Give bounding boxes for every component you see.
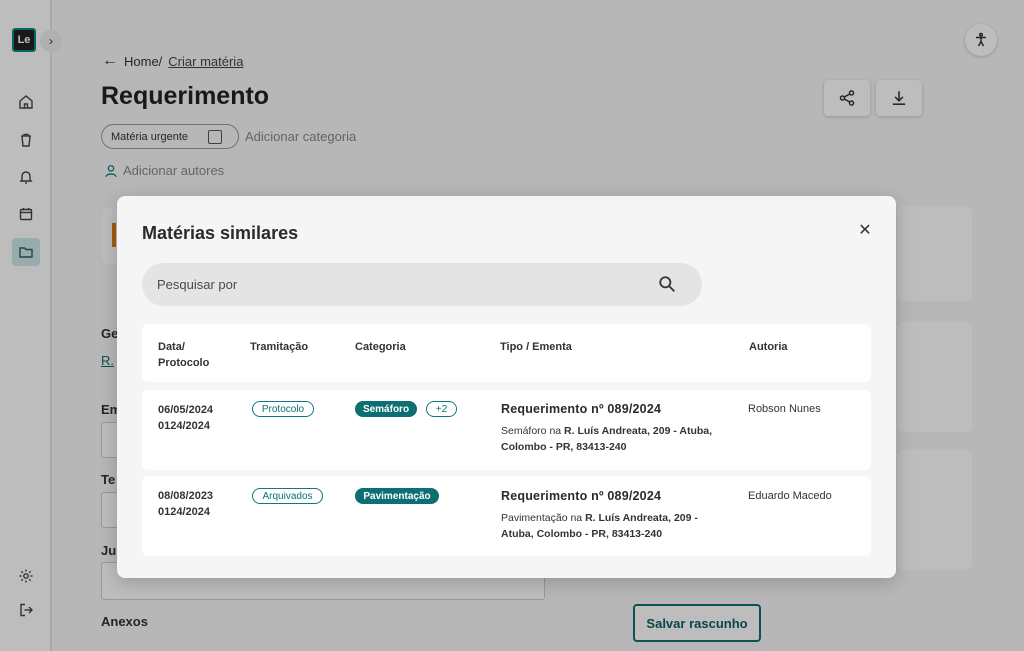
header-tramitacao: Tramitação (250, 341, 309, 353)
table-header: Data/ Protocolo Tramitação Categoria Tip… (142, 324, 871, 382)
close-icon: ✕ (858, 222, 872, 239)
similar-matters-modal: Matérias similares ✕ Data/ Protocolo Tra… (117, 196, 896, 578)
more-categories-tag[interactable]: +2 (426, 401, 457, 417)
close-button[interactable]: ✕ (857, 223, 873, 239)
category-tag: Pavimentação (355, 488, 439, 504)
header-autoria: Autoria (749, 341, 788, 353)
row-date-protocol: 06/05/2024 0124/2024 (158, 404, 214, 432)
row-ementa: Semáforo na R. Luís Andreata, 209 - Atub… (501, 425, 713, 453)
modal-title: Matérias similares (142, 223, 299, 243)
search-icon[interactable] (658, 275, 676, 293)
row-tipo: Requerimento nº 089/2024 (501, 489, 662, 503)
row-ementa: Pavimentação na R. Luís Andreata, 209 - … (501, 512, 698, 540)
row-autoria: Eduardo Macedo (748, 490, 832, 502)
header-data: Data/ Protocolo (158, 341, 210, 369)
category-tag: Semáforo (355, 401, 417, 417)
table-row[interactable]: 06/05/2024 0124/2024 Protocolo Semáforo … (142, 390, 871, 470)
header-tipo: Tipo / Ementa (500, 341, 572, 353)
header-categoria: Categoria (355, 341, 406, 353)
search-input[interactable] (142, 263, 702, 306)
row-autoria: Robson Nunes (748, 403, 821, 415)
tramitacao-tag: Arquivados (252, 488, 323, 504)
tramitacao-tag: Protocolo (252, 401, 314, 417)
row-tipo: Requerimento nº 089/2024 (501, 402, 662, 416)
table-row[interactable]: 08/08/2023 0124/2024 Arquivados Paviment… (142, 476, 871, 556)
row-date-protocol: 08/08/2023 0124/2024 (158, 490, 214, 518)
